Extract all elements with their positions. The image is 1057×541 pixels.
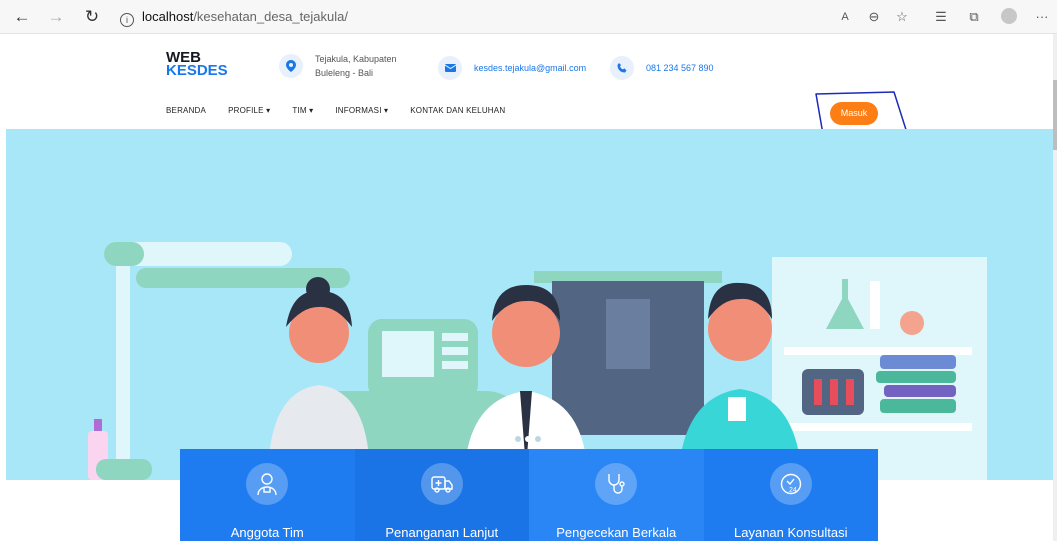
profile-avatar[interactable] [1001, 8, 1017, 24]
service-card-anggota-tim[interactable]: Anggota Tim [180, 449, 355, 541]
site-logo[interactable]: WEB KESDES [166, 50, 228, 79]
service-card-layanan-konsultasi[interactable]: 24 Layanan Konsultasi [703, 449, 878, 541]
stethoscope-icon [595, 463, 638, 505]
service-label: Layanan Konsultasi [734, 525, 848, 540]
address-line2: Buleleng - Bali [315, 68, 374, 78]
nav-item-informasi[interactable]: INFORMASI ▾ [335, 106, 388, 115]
address-bar[interactable]: i localhost/kesehatan_desa_tejakula/ [112, 4, 822, 30]
hero-illustration [6, 129, 1053, 480]
map-marker-icon [279, 54, 303, 78]
address-line1: Tejakula, Kabupaten [315, 54, 397, 64]
service-label: Penanganan Lanjut [385, 525, 499, 540]
doctor-icon [246, 463, 289, 505]
collections-icon[interactable]: ⧉ [964, 8, 984, 26]
svg-text:24: 24 [789, 487, 797, 494]
service-cards: Anggota Tim Penanganan Lanjut Pengecekan… [180, 449, 878, 541]
envelope-icon [438, 56, 462, 80]
nav-item-kontak[interactable]: KONTAK DAN KELUHAN [410, 106, 505, 115]
clock-24-icon: 24 [769, 463, 812, 505]
zoom-icon[interactable]: ⊖ [864, 8, 884, 26]
ambulance-icon [420, 463, 463, 505]
forward-arrow-icon[interactable]: → [46, 7, 66, 27]
address-info: Tejakula, Kabupaten Buleleng - Bali [279, 52, 397, 80]
back-arrow-icon[interactable]: ← [12, 7, 32, 27]
nav-menu: BERANDA PROFILE ▾ TIM ▾ INFORMASI ▾ KONT… [166, 106, 527, 115]
nav-item-beranda[interactable]: BERANDA [166, 106, 206, 115]
url-host: localhost [142, 9, 194, 24]
service-label: Pengecekan Berkala [556, 525, 677, 540]
phone-info: 081 234 567 890 [610, 56, 714, 80]
service-card-pengecekan-berkala[interactable]: Pengecekan Berkala [529, 449, 704, 541]
info-icon[interactable]: i [120, 13, 134, 27]
more-icon[interactable]: ··· [1032, 8, 1052, 26]
email-info: kesdes.tejakula@gmail.com [438, 56, 586, 80]
phone-text[interactable]: 081 234 567 890 [646, 61, 714, 75]
page-scrollbar[interactable] [1053, 34, 1057, 541]
url-path: /kesehatan_desa_tejakula/ [193, 9, 348, 24]
nav-item-tim[interactable]: TIM ▾ [292, 106, 313, 115]
read-aloud-icon[interactable]: A [835, 8, 855, 26]
logo-line2: KESDES [166, 62, 228, 79]
favorite-add-icon[interactable]: ☆ [892, 8, 912, 26]
favorites-icon[interactable]: ☰ [931, 8, 951, 26]
scrollbar-thumb[interactable] [1053, 80, 1057, 150]
service-label: Anggota Tim [230, 525, 304, 540]
nav-item-profile[interactable]: PROFILE ▾ [228, 106, 270, 115]
browser-toolbar: ← → ↻ i localhost/kesehatan_desa_tejakula… [0, 0, 1057, 34]
email-text[interactable]: kesdes.tejakula@gmail.com [474, 61, 586, 75]
service-card-penanganan-lanjut[interactable]: Penanganan Lanjut [354, 449, 529, 541]
doctors-illustration [88, 242, 987, 480]
reload-icon[interactable]: ↻ [82, 7, 102, 27]
address-text: Tejakula, Kabupaten Buleleng - Bali [315, 52, 397, 80]
phone-icon [610, 56, 634, 80]
